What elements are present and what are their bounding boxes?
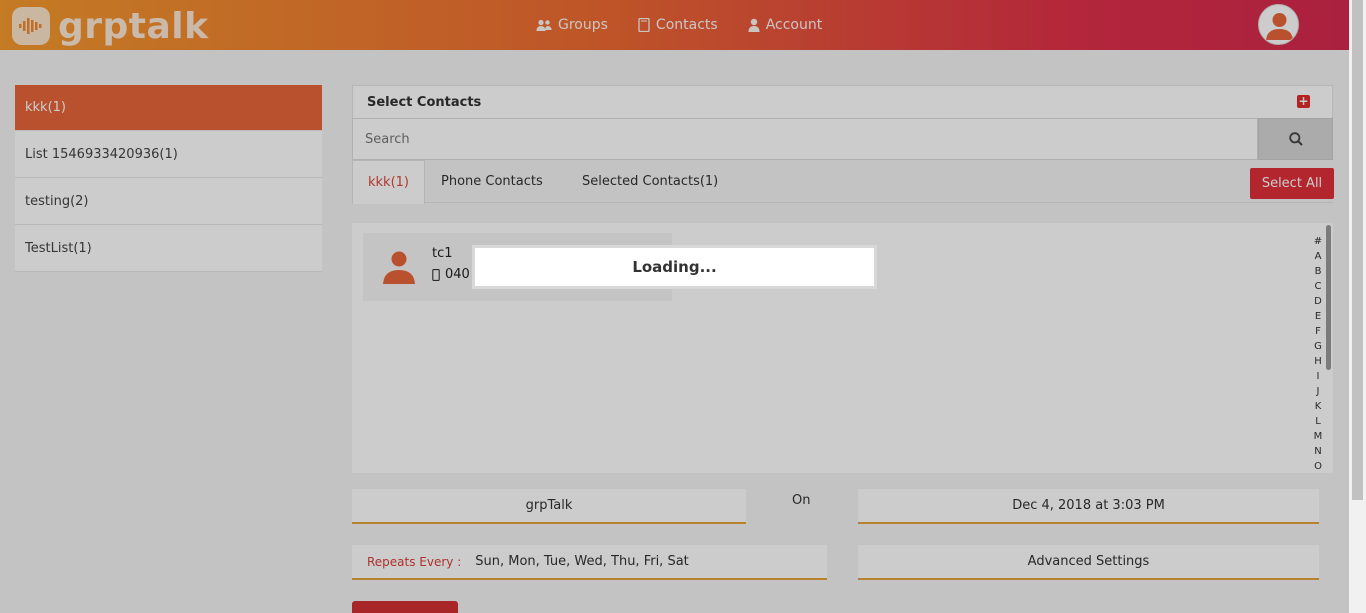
loading-text: Loading...: [632, 258, 717, 276]
loading-dialog: Loading...: [472, 245, 877, 289]
page-scrollbar-thumb[interactable]: [1352, 0, 1363, 500]
loading-overlay: [0, 0, 1349, 613]
page-scrollbar[interactable]: [1349, 0, 1366, 613]
